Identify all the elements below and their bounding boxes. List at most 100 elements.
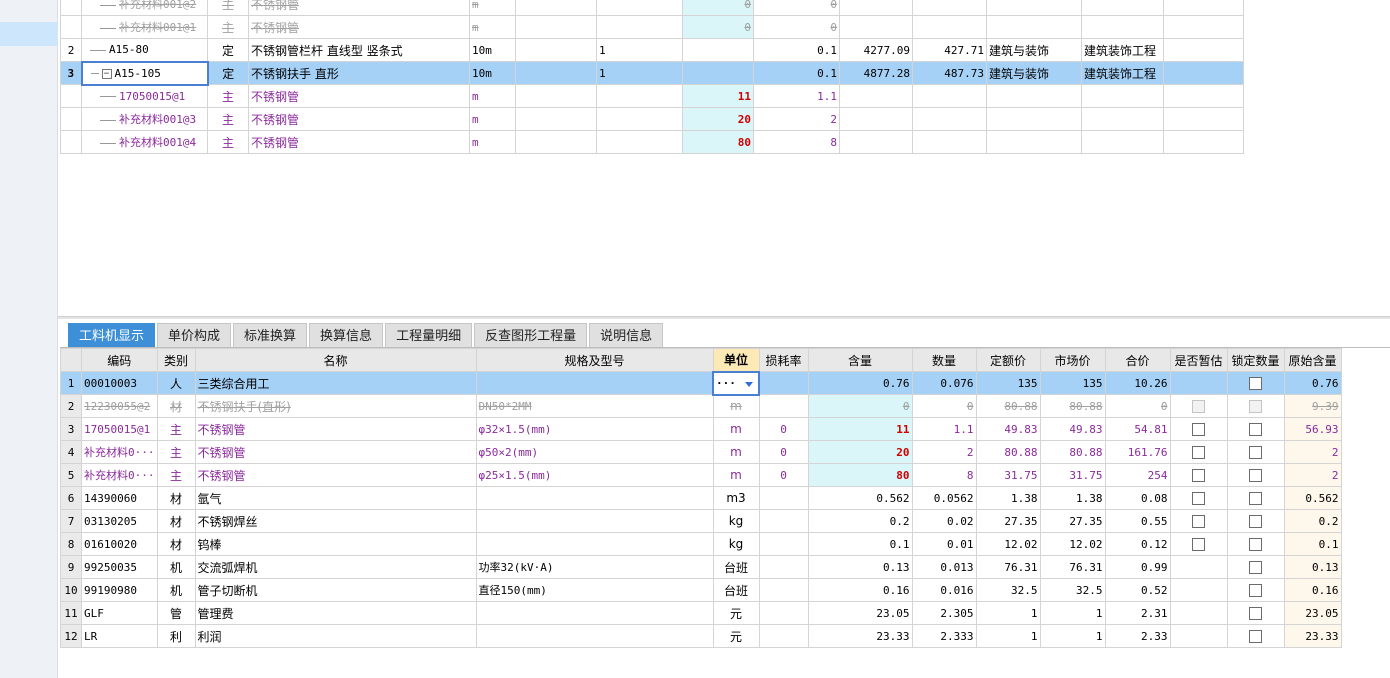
unit-cell[interactable]: m	[469, 0, 516, 16]
name-cell[interactable]: 钨棒	[194, 532, 477, 556]
unit-cell[interactable]: m	[469, 130, 516, 154]
unit-cell[interactable]: 10m	[469, 61, 516, 85]
original-content-cell[interactable]: 23.05	[1283, 601, 1342, 625]
spec-cell[interactable]: φ32×1.5(mm)	[475, 417, 714, 441]
quota-price-cell[interactable]: 1	[975, 624, 1041, 648]
code-cell[interactable]: 01610020	[81, 532, 158, 556]
column-header-7[interactable]: 含量	[807, 348, 913, 372]
content-cell[interactable]: 11	[682, 84, 754, 108]
unit-cell[interactable]: m	[712, 440, 760, 464]
code-cell[interactable]: 补充材料001@3	[81, 107, 208, 131]
original-content-cell[interactable]: 0.2	[1283, 509, 1342, 533]
resource-row[interactable]: 9 99250035 机交流弧焊机 功率32(kV·A) 台班 0.13 0.013 76.3…	[60, 555, 1342, 579]
quota-price-cell[interactable]: 80.88	[975, 394, 1041, 418]
code-cell[interactable]: LR	[81, 624, 158, 648]
total-price-cell[interactable]: 2.33	[1104, 624, 1171, 648]
qty-cell[interactable]: 8	[753, 130, 840, 154]
quota-price-cell[interactable]: 76.31	[975, 555, 1041, 579]
total-price-cell[interactable]: 254	[1104, 463, 1171, 487]
total-price-cell[interactable]: 161.76	[1104, 440, 1171, 464]
market-price-cell[interactable]: 12.02	[1039, 532, 1106, 556]
quantity-cell[interactable]: 0.01	[911, 532, 977, 556]
original-content-cell[interactable]: 23.33	[1283, 624, 1342, 648]
code-cell[interactable]: 补充材料001@1	[81, 15, 208, 39]
code-cell[interactable]: 17050015@1	[81, 417, 158, 441]
code-cell[interactable]: 补充材料001@4	[81, 130, 208, 154]
row-number[interactable]	[60, 0, 82, 16]
original-content-cell[interactable]: 0.1	[1283, 532, 1342, 556]
unit-ellipsis[interactable]: ···	[716, 377, 736, 390]
original-content-cell[interactable]: 56.93	[1283, 417, 1342, 441]
specialty-cell[interactable]: 建筑与装饰	[986, 38, 1082, 62]
trailing-cell[interactable]	[1163, 38, 1244, 62]
total-cell[interactable]	[912, 15, 987, 39]
content-cell[interactable]: 0.13	[807, 555, 913, 579]
quota-price-cell[interactable]: 1	[975, 601, 1041, 625]
tab-conversion-info[interactable]: 换算信息	[309, 323, 384, 348]
unit-cell[interactable]: 元	[712, 601, 760, 625]
quantity-cell[interactable]: 0.016	[911, 578, 977, 602]
content-cell[interactable]: 20	[682, 107, 754, 131]
total-cell[interactable]: 487.73	[912, 61, 987, 85]
content-cell[interactable]	[682, 38, 754, 62]
market-price-cell[interactable]: 1	[1039, 601, 1106, 625]
lock-quantity-checkbox[interactable]	[1249, 514, 1262, 528]
column-header-1[interactable]: 编码	[81, 348, 158, 372]
unit-cell[interactable]: m	[469, 84, 516, 108]
type-cell[interactable]: 主	[207, 84, 249, 108]
col5-cell[interactable]	[515, 0, 597, 16]
name-cell[interactable]: 不锈钢管	[194, 417, 477, 441]
quantity-cell[interactable]: 0	[911, 394, 977, 418]
row-number[interactable]: 2	[60, 38, 82, 62]
row-number[interactable]: 6	[60, 486, 82, 510]
loss-rate-cell[interactable]: 0	[758, 417, 809, 441]
spec-cell[interactable]: 功率32(kV·A)	[475, 555, 714, 579]
name-cell[interactable]: 不锈钢扶手(直形)	[194, 394, 477, 418]
specialty-cell[interactable]	[986, 15, 1082, 39]
spec-cell[interactable]	[475, 509, 714, 533]
resource-row[interactable]: 4 补充材料0··· 主不锈钢管 φ50×2(mm) m 0 20 2 80.88 80.88 16…	[60, 440, 1342, 464]
code-cell[interactable]: 99190980	[81, 578, 158, 602]
specialty-cell[interactable]: 建筑与装饰	[986, 61, 1082, 85]
left-panel-selection[interactable]	[0, 22, 58, 46]
category-cell[interactable]: 材	[156, 532, 196, 556]
row-number[interactable]: 10	[60, 578, 82, 602]
lock-quantity-checkbox[interactable]	[1249, 629, 1262, 643]
top-grid-row[interactable]: 补充材料001@4 主 不锈钢管 m 80 8	[60, 130, 1244, 154]
category-cell[interactable]: 材	[156, 509, 196, 533]
lock-quantity-checkbox[interactable]	[1249, 491, 1262, 505]
qty-cell[interactable]: 0	[753, 0, 840, 16]
quota-price-cell[interactable]: 32.5	[975, 578, 1041, 602]
original-content-cell[interactable]: 0.16	[1283, 578, 1342, 602]
column-header-3[interactable]: 名称	[194, 348, 477, 372]
col5-cell[interactable]	[515, 130, 597, 154]
code-cell[interactable]: 99250035	[81, 555, 158, 579]
trailing-cell[interactable]	[1163, 15, 1244, 39]
name-cell[interactable]: 不锈钢扶手 直形	[248, 61, 470, 85]
unit-cell[interactable]: m	[712, 463, 760, 487]
row-number[interactable]: 11	[60, 601, 82, 625]
lock-quantity-checkbox[interactable]	[1249, 376, 1262, 390]
row-number[interactable]: 5	[60, 463, 82, 487]
content-cell[interactable]: 11	[807, 417, 913, 441]
total-cell[interactable]	[912, 84, 987, 108]
quota-price-cell[interactable]: 135	[975, 371, 1041, 395]
top-grid-row[interactable]: 3 − A15-105 定 不锈钢扶手 直形 10m 1 0.1 4877.28 487.73 建筑…	[60, 60, 1244, 86]
quota-price-cell[interactable]: 80.88	[975, 440, 1041, 464]
spec-cell[interactable]	[475, 532, 714, 556]
row-number[interactable]: 9	[60, 555, 82, 579]
name-cell[interactable]: 不锈钢管	[248, 130, 470, 154]
code-cell[interactable]: 补充材料001@2	[81, 0, 208, 16]
column-header-8[interactable]: 数量	[911, 348, 977, 372]
code-cell[interactable]: A15-80	[81, 38, 208, 62]
type-cell[interactable]: 主	[207, 15, 249, 39]
resource-row[interactable]: 7 03130205 材不锈钢焊丝 kg 0.2 0.02 27.35 27.35 0.55 0.…	[60, 509, 1342, 533]
price-cell[interactable]: 4277.09	[839, 38, 913, 62]
top-grid-row[interactable]: 17050015@1 主 不锈钢管 m 11 1.1	[60, 84, 1244, 108]
name-cell[interactable]: 氩气	[194, 486, 477, 510]
loss-rate-cell[interactable]	[758, 509, 809, 533]
name-cell[interactable]: 管子切断机	[194, 578, 477, 602]
loss-rate-cell[interactable]: 0	[758, 463, 809, 487]
unit-cell[interactable]: kg	[712, 509, 760, 533]
total-cell[interactable]	[912, 107, 987, 131]
